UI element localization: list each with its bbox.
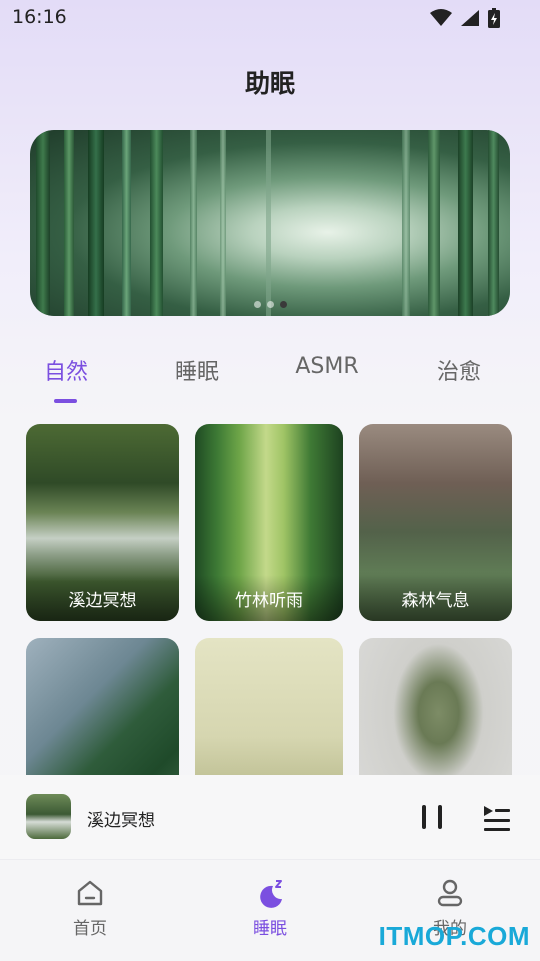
nav-label: 首页 — [73, 919, 107, 939]
sound-card-tree-deer[interactable] — [359, 638, 512, 775]
pause-icon — [438, 805, 442, 829]
bamboo-stalk — [64, 130, 74, 316]
status-time: 16:16 — [12, 6, 67, 28]
nav-home[interactable]: 首页 — [45, 878, 135, 939]
user-icon — [437, 879, 463, 907]
carousel-dots — [30, 301, 510, 308]
tab-asmr[interactable]: ASMR — [295, 354, 358, 379]
bamboo-stalk — [428, 130, 440, 316]
bamboo-stalk — [220, 130, 226, 316]
wifi-icon — [430, 9, 452, 26]
mini-player[interactable]: 溪边冥想 — [0, 775, 540, 859]
bamboo-stalk — [458, 130, 473, 316]
watermark: ITMOP.COM — [378, 921, 530, 951]
playlist-icon[interactable] — [480, 803, 512, 833]
nav-label: 睡眠 — [253, 919, 287, 939]
status-bar: 16:16 — [0, 0, 540, 36]
card-label: 森林气息 — [359, 575, 512, 621]
tab-sleep[interactable]: 睡眠 — [175, 354, 219, 386]
banner-carousel[interactable] — [30, 130, 510, 316]
status-icons — [430, 8, 500, 28]
bamboo-stalk — [122, 130, 131, 316]
home-icon — [77, 880, 103, 906]
carousel-dot[interactable] — [266, 301, 274, 308]
sound-card-stream-meditation[interactable]: 溪边冥想 — [26, 424, 179, 621]
mini-player-thumbnail — [26, 794, 71, 839]
sound-grid: 溪边冥想 竹林听雨 森林气息 — [0, 424, 540, 775]
bamboo-stalk — [488, 130, 499, 316]
moon-zzz-icon — [260, 880, 282, 908]
sound-card-bamboo-rain[interactable]: 竹林听雨 — [195, 424, 343, 621]
bamboo-stalk — [190, 130, 197, 316]
tab-indicator — [54, 399, 77, 403]
pause-icon — [422, 805, 426, 829]
sound-card-forest-breath[interactable]: 森林气息 — [359, 424, 512, 621]
bamboo-stalk — [266, 130, 271, 316]
sound-card-leaf[interactable] — [26, 638, 179, 775]
signal-icon — [461, 10, 479, 26]
card-label: 溪边冥想 — [26, 575, 179, 621]
carousel-dot-active[interactable] — [279, 301, 287, 308]
tab-healing[interactable]: 治愈 — [437, 354, 481, 386]
category-tabs: 自然 睡眠 ASMR 治愈 — [0, 350, 540, 410]
tab-nature[interactable]: 自然 — [44, 354, 88, 386]
bamboo-stalk — [88, 130, 104, 316]
sound-card-dragonfly-grass[interactable] — [195, 638, 343, 775]
battery-charging-icon — [488, 8, 500, 28]
bamboo-stalk — [150, 130, 163, 316]
bamboo-stalk — [402, 130, 410, 316]
mini-player-title: 溪边冥想 — [87, 811, 155, 831]
card-label: 竹林听雨 — [195, 575, 343, 621]
nav-sleep[interactable]: 睡眠 — [225, 878, 315, 939]
carousel-dot[interactable] — [253, 301, 261, 308]
pause-button[interactable] — [418, 803, 448, 833]
page-title: 助眠 — [244, 69, 295, 98]
bamboo-stalk — [36, 130, 50, 316]
